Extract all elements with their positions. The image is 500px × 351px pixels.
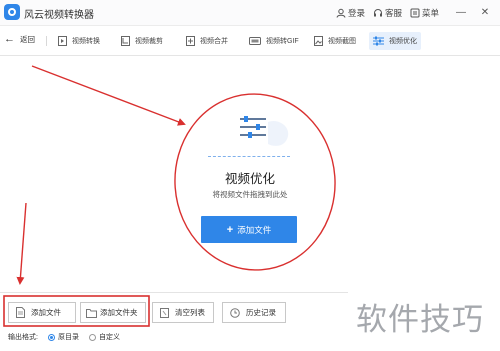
radio-label: 自定义 (99, 334, 120, 341)
annotation-arrow (16, 202, 27, 285)
login-label: 登录 (348, 8, 366, 18)
tab-video-optimize[interactable]: 视频优化 (369, 32, 421, 50)
plus-icon: + (226, 223, 234, 236)
menu-link[interactable]: 菜单 (410, 6, 439, 20)
drop-area-title: 视频优化 (224, 172, 275, 186)
tab-video-gif[interactable]: 视频转GIF (249, 32, 299, 50)
login-link[interactable]: 登录 (336, 6, 365, 20)
divider (46, 36, 47, 46)
radio-unselected-icon (89, 333, 96, 341)
add-file-main-button[interactable]: + 添加文件 (201, 216, 297, 243)
back-button[interactable]: ← 返回 (4, 34, 35, 45)
add-file-main-label: 添加文件 (237, 224, 272, 235)
service-link[interactable]: 客服 (373, 6, 402, 20)
folder-icon (86, 308, 97, 318)
tab-label: 视频裁剪 (135, 38, 163, 45)
gif-icon (249, 37, 261, 45)
tab-video-merge[interactable]: 视频合并 (186, 32, 228, 50)
radio-selected-icon (48, 333, 55, 341)
clear-list-label: 清空列表 (175, 308, 205, 317)
tab-label: 视频合并 (200, 38, 228, 45)
clear-list-button[interactable]: 清空列表 (152, 302, 214, 323)
radio-original-dir[interactable]: 原目录 (48, 332, 79, 342)
radio-custom-dir[interactable]: 自定义 (89, 332, 120, 342)
tab-video-convert[interactable]: 视频转换 (58, 32, 100, 50)
add-folder-button[interactable]: 添加文件夹 (80, 302, 146, 323)
menu-label: 菜单 (422, 8, 440, 18)
back-label: 返回 (20, 35, 35, 44)
history-label: 历史记录 (246, 308, 276, 317)
add-folder-label: 添加文件夹 (100, 308, 138, 317)
history-icon (230, 307, 240, 318)
minimize-icon: — (456, 6, 466, 18)
tab-label: 视频优化 (389, 38, 417, 45)
tab-video-screenshot[interactable]: 视频截图 (314, 32, 356, 50)
menu-icon (410, 8, 420, 18)
close-icon: ✕ (480, 6, 490, 18)
add-file-label: 添加文件 (31, 308, 61, 317)
settings-sliders-icon (240, 116, 289, 146)
annotation-arrow (31, 65, 186, 126)
minimize-button[interactable]: — (454, 4, 468, 20)
title-bar: 风云视频转换器 登录 客服 菜单 — ✕ (0, 0, 500, 26)
tab-video-crop[interactable]: 视频裁剪 (121, 32, 163, 50)
toolbar: ← 返回 视频转换 视频裁剪 视频合并 视频转GIF 视频截图 视频优化 (0, 26, 500, 56)
drop-area-hint: 将视频文件拖拽到此处 (212, 190, 288, 199)
bottom-divider (0, 292, 348, 293)
clear-list-icon (160, 307, 169, 318)
radio-label: 原目录 (58, 334, 79, 341)
service-label: 客服 (385, 8, 403, 18)
headset-icon (374, 9, 382, 17)
video-merge-icon (186, 36, 195, 46)
optimize-icon (373, 36, 384, 46)
history-button[interactable]: 历史记录 (222, 302, 286, 323)
file-icon (16, 307, 25, 318)
screenshot-icon (314, 36, 323, 46)
tab-label: 视频截图 (328, 38, 356, 45)
user-icon (336, 8, 346, 18)
tab-label: 视频转GIF (266, 38, 299, 45)
app-logo-icon (4, 4, 20, 20)
tab-label: 视频转换 (72, 38, 100, 45)
add-file-button[interactable]: 添加文件 (8, 302, 76, 323)
app-title: 风云视频转换器 (24, 10, 94, 21)
video-convert-icon (58, 36, 67, 46)
watermark-text: 软件技巧 (356, 302, 484, 338)
output-format-label: 输出格式: (8, 334, 38, 341)
back-arrow-icon: ← (4, 33, 15, 45)
video-crop-icon (121, 36, 130, 46)
close-button[interactable]: ✕ (478, 4, 492, 20)
drop-underline (208, 156, 290, 157)
